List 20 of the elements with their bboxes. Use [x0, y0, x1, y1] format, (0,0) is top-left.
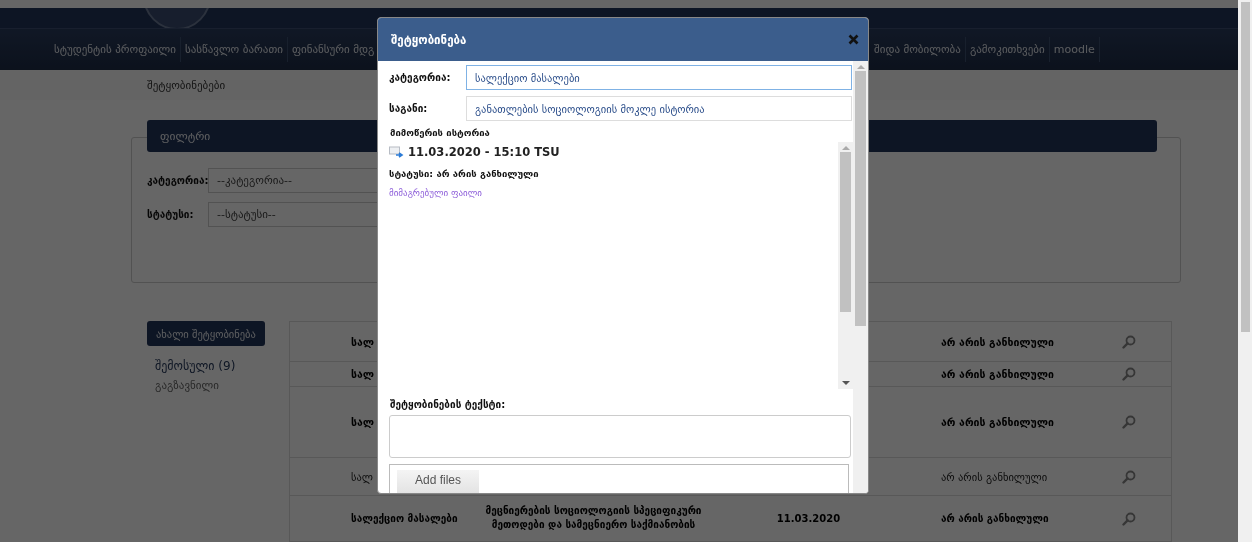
table-cell: 11.03.2020 — [776, 513, 841, 524]
table-cell: სალექციო მასალები — [351, 513, 458, 524]
field-label: კატეგორია: — [389, 72, 452, 83]
field-label: სტატუსი: — [147, 209, 195, 220]
table-cell-text: მეცნიერების სოციოლოგიის სპეციფიკური მეთოდები და სამეცნიერო საქმიანობის — [484, 504, 703, 532]
section-title: მიმოწერის ისტორია — [390, 127, 491, 138]
field-label: საგანი: — [389, 103, 429, 114]
table-cell: არ არის განხილული — [941, 470, 1048, 483]
table-cell: სალ — [351, 416, 375, 428]
table-cell: არ არის განხილული — [941, 335, 1054, 348]
field-label: შეტყობინების ტექსტი: — [390, 399, 507, 410]
table-cell: სალ — [351, 368, 375, 380]
dialog-title: შეტყობინება — [391, 32, 467, 47]
table-cell: სალ — [351, 335, 375, 348]
table-cell: სალ — [351, 470, 373, 483]
table-cell: არ არის განხილული — [941, 416, 1054, 428]
message-status: სტატუსი: არ არის განხილული — [389, 168, 540, 179]
table-cell: არ არის განხილული — [941, 513, 1049, 524]
field-label: კატეგორია: — [147, 175, 208, 186]
table-cell: არ არის განხილული — [941, 368, 1054, 380]
